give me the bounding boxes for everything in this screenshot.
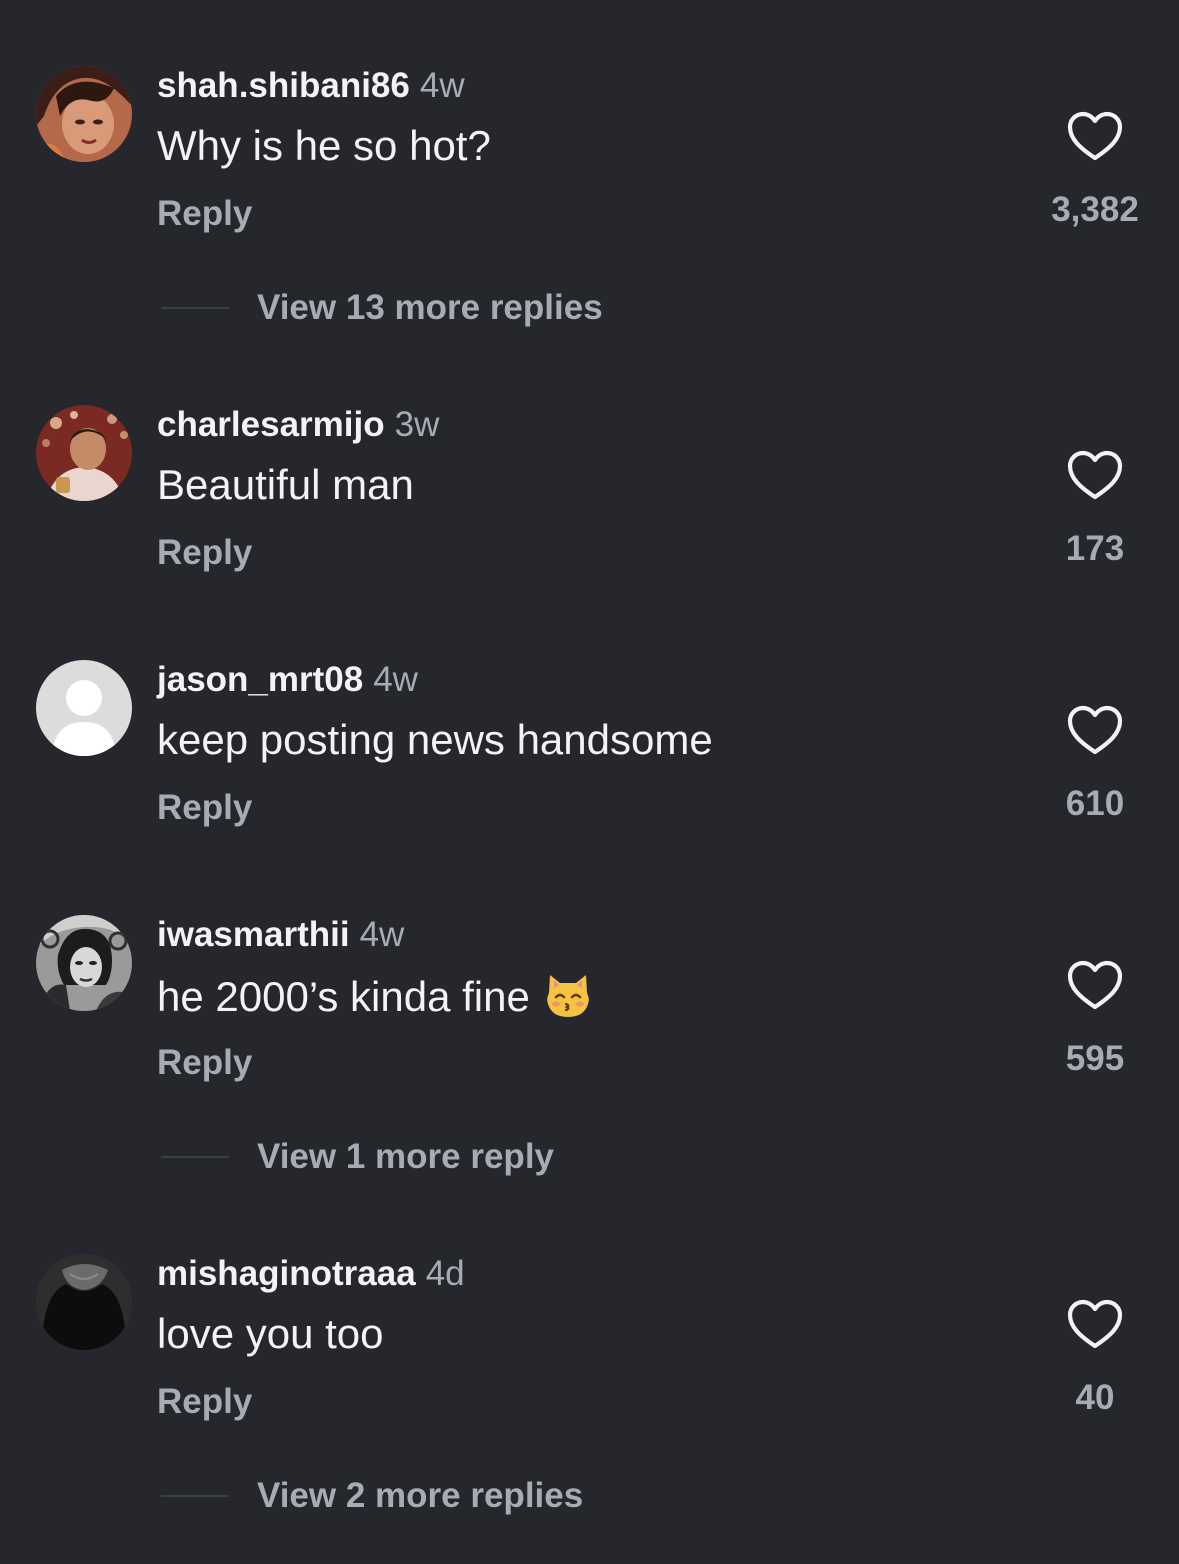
view-more-replies-label[interactable]: View 1 more reply <box>257 1135 554 1179</box>
timestamp: 3w <box>394 405 440 444</box>
comment-text-content: he 2000’s kinda fine <box>157 973 530 1020</box>
reply-button[interactable]: Reply <box>157 192 252 236</box>
like-count: 610 <box>1065 784 1125 823</box>
comment-text: he 2000’s kinda fine <box>157 971 592 1029</box>
like-button[interactable] <box>1066 449 1124 501</box>
like-count: 173 <box>1065 529 1125 568</box>
like-count: 595 <box>1065 1039 1125 1078</box>
reply-button[interactable]: Reply <box>157 1041 252 1085</box>
divider <box>161 1156 229 1158</box>
comment-header: shah.shibani86 4w <box>157 66 465 113</box>
divider <box>161 307 229 309</box>
avatar-iwasmarthii[interactable] <box>36 915 132 1011</box>
heart-outline-icon <box>1067 960 1123 1010</box>
view-more-replies-label[interactable]: View 2 more replies <box>257 1474 583 1518</box>
username[interactable]: charlesarmijo <box>157 405 385 444</box>
comment-header: charlesarmijo 3w <box>157 405 439 452</box>
username[interactable]: mishaginotraaa <box>157 1254 416 1293</box>
timestamp: 4w <box>359 915 405 954</box>
heart-outline-icon <box>1067 1299 1123 1349</box>
reply-button[interactable]: Reply <box>157 1380 252 1424</box>
comment-header: iwasmarthii 4w <box>157 915 404 962</box>
timestamp: 4d <box>425 1254 465 1293</box>
avatar-charlesarmijo[interactable] <box>36 405 132 501</box>
kissing-cat-face-icon <box>544 971 592 1029</box>
heart-outline-icon <box>1067 705 1123 755</box>
comment-header: mishaginotraaa 4d <box>157 1254 465 1301</box>
like-button[interactable] <box>1066 110 1124 162</box>
avatar-mishaginotraaa[interactable] <box>36 1254 132 1350</box>
person-silhouette-icon <box>36 660 132 756</box>
comment-text: Why is he so hot? <box>157 122 491 169</box>
comment-text: love you too <box>157 1310 384 1357</box>
view-more-replies-label[interactable]: View 13 more replies <box>257 286 603 330</box>
view-more-replies[interactable]: View 1 more reply <box>0 1135 1179 1179</box>
username[interactable]: iwasmarthii <box>157 915 350 954</box>
avatar-jason-mrt08[interactable] <box>36 660 132 756</box>
like-button[interactable] <box>1066 959 1124 1011</box>
view-more-replies[interactable]: View 2 more replies <box>0 1474 1179 1518</box>
reply-button[interactable]: Reply <box>157 531 252 575</box>
comment-header: jason_mrt08 4w <box>157 660 418 707</box>
comment-text: Beautiful man <box>157 461 414 508</box>
comment-text: keep posting news handsome <box>157 716 713 763</box>
avatar-shah-shibani86[interactable] <box>36 66 132 162</box>
timestamp: 4w <box>419 66 465 105</box>
username[interactable]: jason_mrt08 <box>157 660 363 699</box>
heart-outline-icon <box>1067 111 1123 161</box>
like-count: 3,382 <box>1051 190 1139 229</box>
reply-button[interactable]: Reply <box>157 786 252 830</box>
like-button[interactable] <box>1066 1298 1124 1350</box>
timestamp: 4w <box>373 660 418 699</box>
like-count: 40 <box>1075 1378 1115 1417</box>
view-more-replies[interactable]: View 13 more replies <box>0 286 1179 330</box>
heart-outline-icon <box>1067 450 1123 500</box>
divider <box>161 1495 229 1497</box>
username[interactable]: shah.shibani86 <box>157 66 410 105</box>
like-button[interactable] <box>1066 704 1124 756</box>
